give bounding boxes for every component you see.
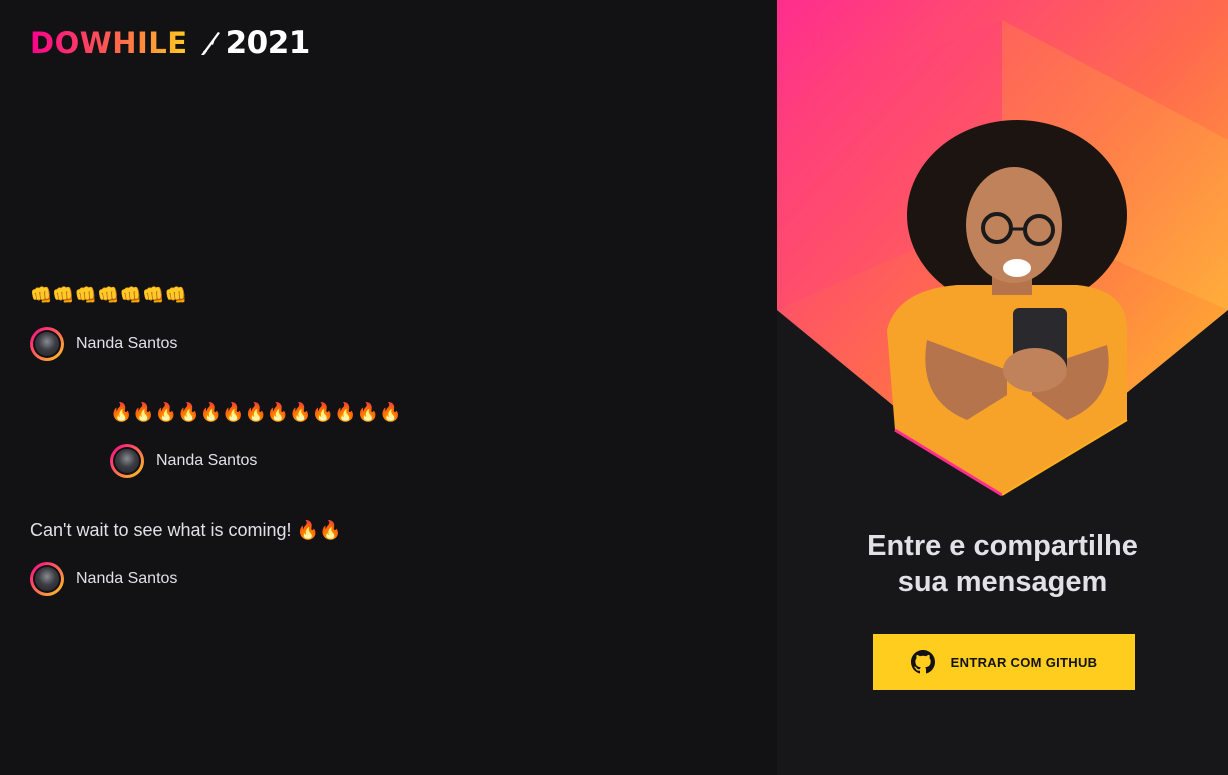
message-item: 👊👊👊👊👊👊👊 Nanda Santos: [30, 283, 187, 361]
avatar: [110, 444, 144, 478]
login-box: Entre e compartilhe sua mensagem ENTRAR …: [777, 0, 1228, 775]
author-name: Nanda Santos: [76, 570, 178, 587]
page: DOWHILE 2021 👊👊👊👊👊👊👊 Nanda Santos 🔥🔥🔥🔥🔥🔥…: [0, 0, 1228, 775]
avatar: [30, 327, 64, 361]
message-item: 🔥🔥🔥🔥🔥🔥🔥🔥🔥🔥🔥🔥🔥 Nanda Santos: [110, 400, 401, 478]
message-author: Nanda Santos: [30, 562, 341, 596]
message-content: 🔥🔥🔥🔥🔥🔥🔥🔥🔥🔥🔥🔥🔥: [110, 402, 402, 422]
rocket-icon: [200, 32, 220, 55]
message-item: Can't wait to see what is coming! 🔥🔥 Nan…: [30, 518, 341, 596]
login-title-line2: sua mensagem: [897, 566, 1108, 598]
author-name: Nanda Santos: [76, 335, 178, 352]
message-author: Nanda Santos: [30, 327, 187, 361]
hero-banner-image: [777, 0, 1228, 497]
github-button-label: ENTRAR COM GITHUB: [950, 654, 1098, 670]
dowhile-logo: DOWHILE 2021: [30, 25, 311, 61]
message-content: 👊👊👊👊👊👊👊: [30, 285, 187, 305]
login-title-line1: Entre e compartilhe: [867, 530, 1138, 562]
logo-brand: DOWHILE: [30, 26, 188, 60]
logo-year: 2021: [225, 25, 311, 61]
avatar: [30, 562, 64, 596]
github-login-button[interactable]: ENTRAR COM GITHUB: [873, 634, 1135, 690]
message-content: Can't wait to see what is coming! 🔥🔥: [30, 520, 342, 540]
login-title: Entre e compartilhe sua mensagem: [777, 528, 1228, 600]
message-author: Nanda Santos: [110, 444, 401, 478]
author-name: Nanda Santos: [156, 452, 258, 469]
github-icon: [910, 650, 935, 674]
message-wall: DOWHILE 2021 👊👊👊👊👊👊👊 Nanda Santos 🔥🔥🔥🔥🔥🔥…: [0, 0, 777, 775]
